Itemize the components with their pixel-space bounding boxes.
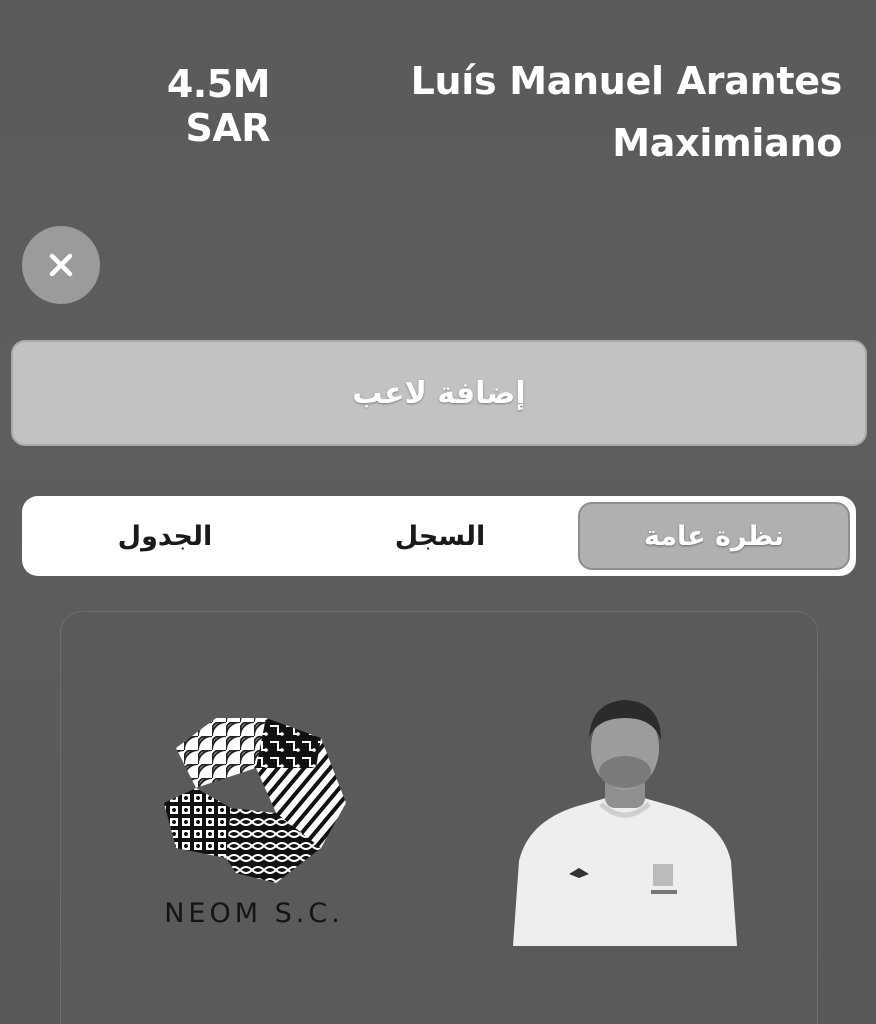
player-name: Luís Manuel Arantes Maximiano — [382, 50, 843, 174]
club-logo — [164, 718, 346, 883]
player-card: NEOM S.C. — [60, 611, 818, 1024]
tab-overview[interactable]: نظرة عامة — [578, 502, 850, 570]
tab-history-label: السجل — [394, 520, 486, 552]
player-price: 4.5M SAR — [166, 62, 271, 150]
tab-schedule-label: الجدول — [117, 520, 213, 552]
close-button[interactable] — [22, 226, 100, 304]
player-photo — [513, 700, 737, 946]
price-currency: SAR — [185, 106, 270, 150]
tab-bar: نظرة عامة السجل الجدول — [22, 496, 856, 576]
tab-overview-label: نظرة عامة — [643, 520, 785, 552]
tab-history[interactable]: السجل — [302, 502, 578, 570]
tab-schedule[interactable]: الجدول — [28, 502, 302, 570]
price-value: 4.5M — [166, 62, 271, 106]
add-player-label: إضافة لاعب — [352, 375, 526, 411]
player-name-line2: Maximiano — [612, 121, 842, 165]
add-player-button[interactable]: إضافة لاعب — [11, 340, 867, 446]
player-name-line1: Luís Manuel Arantes — [410, 59, 843, 103]
close-icon — [49, 253, 73, 277]
club-name: NEOM S.C. — [164, 898, 344, 929]
